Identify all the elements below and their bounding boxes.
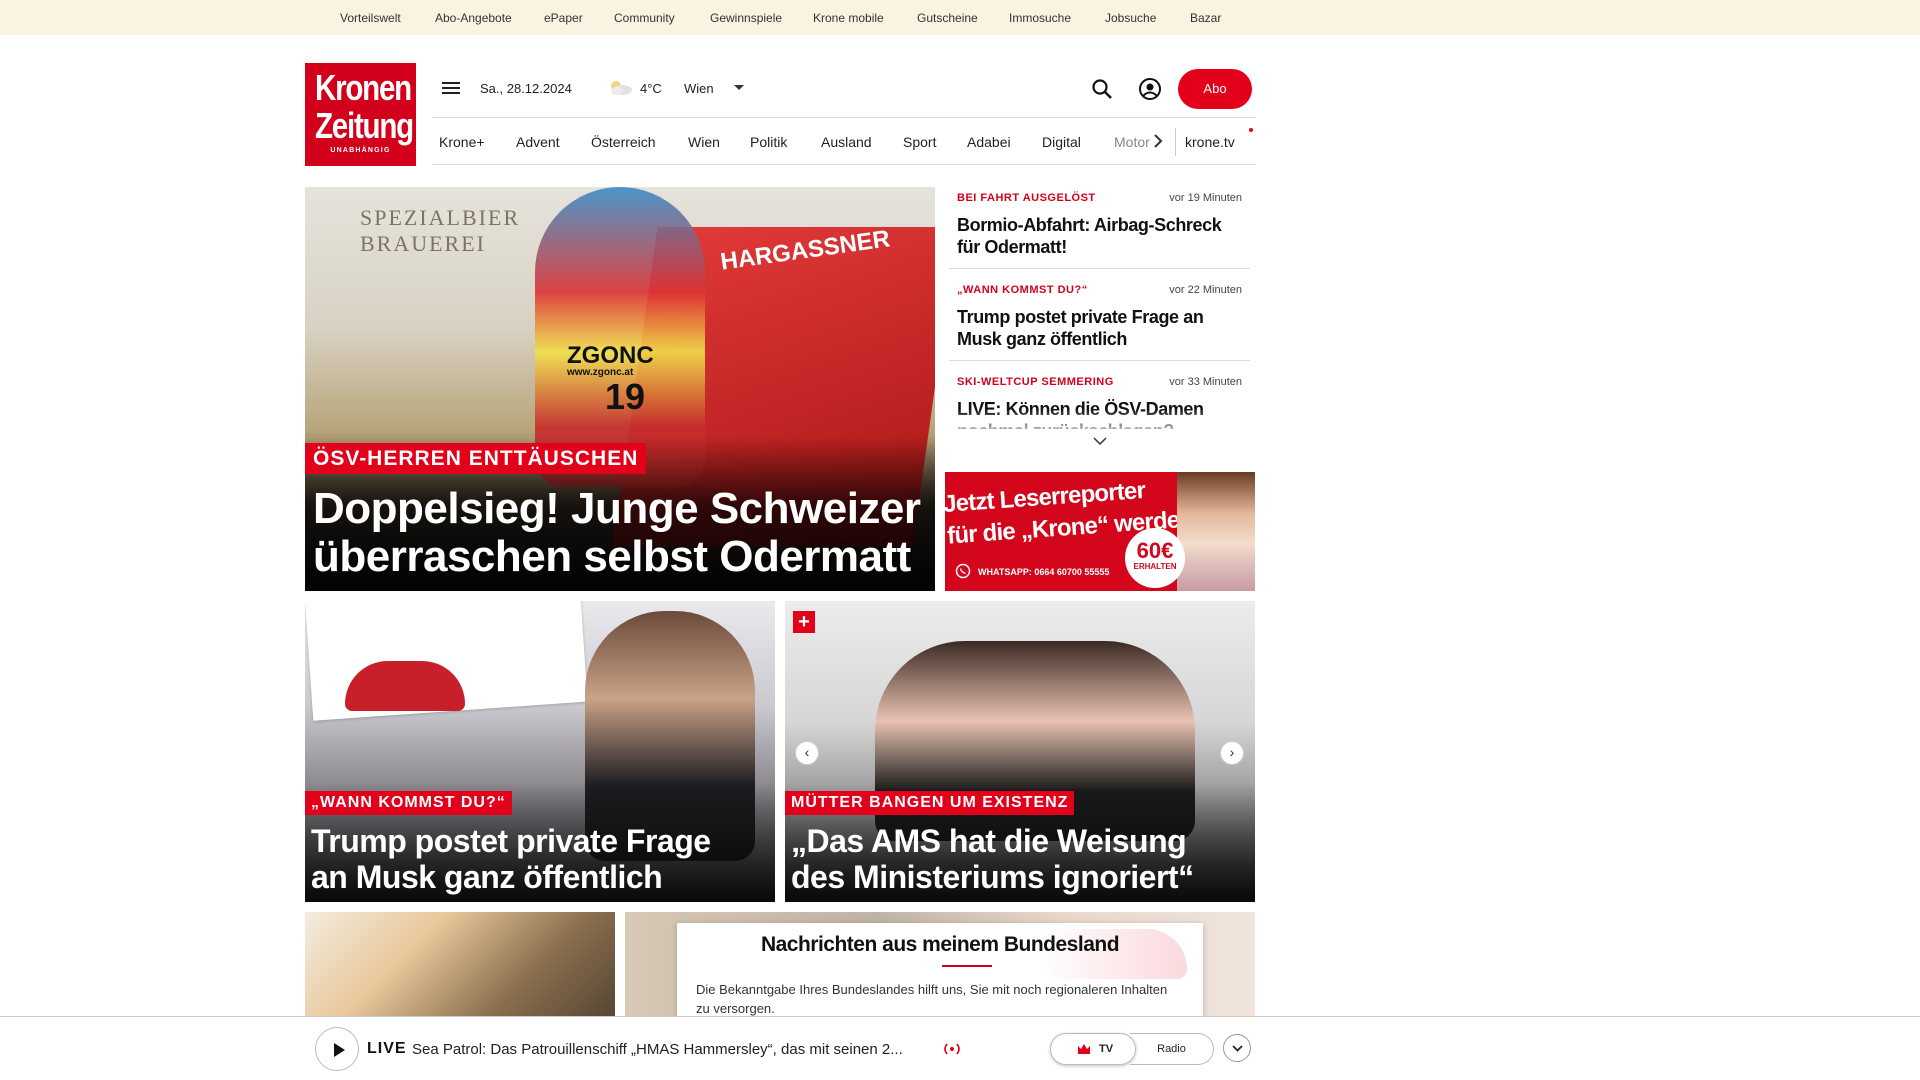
live-label: LIVE (367, 1040, 407, 1057)
hero-kicker: ÖSV-HERREN ENTTÄUSCHEN (305, 443, 647, 474)
latest-news-kicker: BEI FAHRT AUSGELÖST (957, 192, 1096, 204)
main-navigation: Krone+ Advent Österreich Wien Politik Au… (432, 117, 1256, 165)
logo-tagline: UNABHÄNGIG (330, 147, 391, 154)
carousel-next-button[interactable]: › (1220, 741, 1244, 765)
topbar-link-community[interactable]: Community (614, 11, 675, 25)
promo-amount: 60€ (1136, 538, 1174, 563)
live-player-bar: LIVE Sea Patrol: Das Patrouillenschiff „… (0, 1016, 1920, 1080)
article-card[interactable]: + ‹ › MÜTTER BANGEN UM EXISTENZ „Das AMS… (785, 601, 1255, 902)
nav-item-digital[interactable]: Digital (1042, 134, 1081, 150)
carousel-prev-button[interactable]: ‹ (795, 741, 819, 765)
latest-news-fade (949, 409, 1250, 439)
card-headline-line-1: Trump postet private Frage (311, 823, 711, 859)
bundesland-title: Nachrichten aus meinem Bundesland (760, 933, 1120, 956)
topbar-link-vorteilswelt[interactable]: Vorteilswelt (340, 11, 401, 25)
nav-scroll-right-icon[interactable] (1152, 133, 1164, 149)
topbar-link-immosuche[interactable]: Immosuche (1009, 11, 1071, 25)
broadcast-icon (944, 1043, 960, 1055)
bundesland-text: Die Bekanntgabe Ihres Bundeslandes hilft… (696, 982, 1168, 1016)
topbar-link-gutscheine[interactable]: Gutscheine (917, 11, 978, 25)
nav-item-krone-tv[interactable]: krone.tv (1185, 134, 1235, 150)
user-icon[interactable] (1138, 77, 1162, 101)
now-playing-title[interactable]: Sea Patrol: Das Patrouillenschiff „HMAS … (412, 1041, 903, 1058)
latest-news-headline: Bormio-Abfahrt: Airbag-Schreck für Oderm… (957, 215, 1222, 257)
nav-item-krone-plus[interactable]: Krone+ (439, 134, 485, 150)
crown-icon (1078, 1044, 1090, 1054)
nav-item-ausland[interactable]: Ausland (821, 134, 872, 150)
hero-headline-line-1: Doppelsieg! Junge Schweizer (313, 484, 921, 533)
card-kicker: „WANN KOMMST DU?“ (305, 791, 512, 815)
topbar-link-abo-angebote[interactable]: Abo-Angebote (435, 11, 512, 25)
latest-news-kicker: SKI-WELTCUP SEMMERING (957, 376, 1114, 388)
expand-down-icon[interactable] (1093, 437, 1107, 446)
abo-button[interactable]: Abo (1178, 69, 1252, 109)
hero-bib-number: 19 (605, 376, 646, 417)
tv-toggle[interactable]: TV (1050, 1033, 1136, 1065)
card-headline-line-2: an Musk ganz öffentlich (311, 859, 663, 895)
bundesland-prompt: Nachrichten aus meinem Bundesland Die Be… (677, 923, 1203, 1023)
topbar-link-epaper[interactable]: ePaper (544, 11, 583, 25)
card-headline-line-2: des Ministeriums ignoriert“ (791, 859, 1194, 895)
nav-item-advent[interactable]: Advent (516, 134, 560, 150)
hero-sponsor: ZGONC (567, 342, 654, 369)
chevron-down-icon[interactable] (733, 84, 745, 92)
latest-news-item[interactable]: „WANN KOMMST DU?“ vor 22 Minuten Trump p… (949, 279, 1250, 361)
nav-divider (1175, 128, 1176, 156)
nav-item-oesterreich[interactable]: Österreich (591, 134, 656, 150)
card-kicker: MÜTTER BANGEN UM EXISTENZ (785, 791, 1075, 815)
nav-item-politik[interactable]: Politik (750, 134, 787, 150)
hero-banner-left: SPEZIALBIER BRAUEREI (360, 205, 521, 256)
play-icon (334, 1043, 345, 1057)
card-headline-line-1: „Das AMS hat die Weisung (791, 823, 1187, 859)
menu-icon[interactable] (441, 80, 461, 96)
temperature: 4°C (640, 81, 662, 96)
promo-whatsapp: WHATSAPP: 0664 60700 55555 (978, 567, 1110, 577)
search-icon[interactable] (1091, 78, 1113, 100)
chevron-down-icon (1232, 1045, 1243, 1052)
radio-toggle[interactable]: Radio (1130, 1033, 1214, 1065)
promo-woman-image (1177, 472, 1255, 591)
topbar-link-jobsuche[interactable]: Jobsuche (1105, 11, 1156, 25)
latest-news-time: vor 22 Minuten (1169, 284, 1242, 296)
latest-news-kicker: „WANN KOMMST DU?“ (957, 284, 1088, 296)
trump-cap-image (345, 661, 465, 711)
article-card[interactable]: „WANN KOMMST DU?“ Trump postet private F… (305, 601, 775, 902)
topbar-link-gewinnspiele[interactable]: Gewinnspiele (710, 11, 782, 25)
radio-label: Radio (1157, 1043, 1186, 1055)
krone-plus-badge: + (793, 611, 815, 633)
promo-badge: 60€ ERHALTEN (1125, 528, 1185, 588)
tv-label: TV (1099, 1043, 1114, 1055)
latest-news-time: vor 33 Minuten (1169, 376, 1242, 388)
latest-news-headline: Trump postet private Frage an Musk ganz … (957, 307, 1204, 349)
nav-item-wien[interactable]: Wien (688, 134, 720, 150)
nav-item-adabei[interactable]: Adabei (967, 134, 1011, 150)
play-button[interactable] (315, 1027, 359, 1071)
nav-item-sport[interactable]: Sport (903, 134, 936, 150)
hero-article[interactable]: SPEZIALBIER BRAUEREI HARGASSNER ZGONC ww… (305, 187, 935, 591)
whatsapp-icon (955, 563, 971, 579)
latest-news-time: vor 19 Minuten (1169, 192, 1242, 204)
current-date: Sa., 28.12.2024 (480, 81, 572, 96)
topbar-link-bazar[interactable]: Bazar (1190, 11, 1221, 25)
bundesland-title-underline (942, 965, 992, 967)
site-logo[interactable]: Kronen Zeitung UNABHÄNGIG (305, 63, 416, 166)
player-collapse-button[interactable] (1223, 1034, 1251, 1062)
top-service-bar: Vorteilswelt Abo-Angebote ePaper Communi… (0, 0, 1920, 35)
nav-item-motor[interactable]: Motor (1114, 134, 1150, 150)
city-selector[interactable]: Wien (684, 81, 714, 96)
live-dot (1249, 128, 1253, 132)
promo-erhalten: ERHALTEN (1133, 562, 1177, 571)
logo-line-2: Zeitung (314, 105, 414, 146)
topbar-link-krone-mobile[interactable]: Krone mobile (813, 11, 884, 25)
logo-line-1: Kronen (314, 67, 412, 108)
hero-headline-line-2: überraschen selbst Odermatt (313, 532, 911, 581)
latest-news-item[interactable]: BEI FAHRT AUSGELÖST vor 19 Minuten Bormi… (949, 187, 1250, 269)
weather-icon (611, 81, 632, 95)
leserreporter-promo[interactable]: Jetzt Leserreporter für die „Krone“ werd… (945, 472, 1255, 591)
